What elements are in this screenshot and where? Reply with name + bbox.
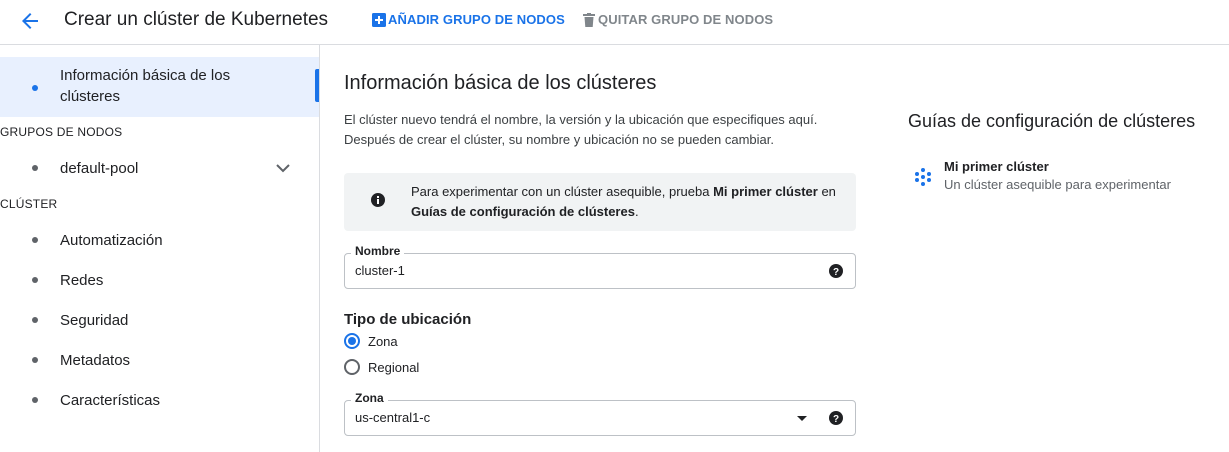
sidebar-item-label: default-pool	[60, 160, 139, 177]
radio-zone[interactable]: Zona	[344, 333, 398, 349]
dropdown-arrow-icon[interactable]	[797, 416, 807, 421]
radio-checked-icon[interactable]	[344, 333, 360, 349]
sidebar-item-label: Seguridad	[60, 312, 129, 329]
zone-value[interactable]: us-central1-c	[355, 410, 430, 425]
sidebar-item-label: Características	[60, 392, 161, 409]
radio-regional-label: Regional	[368, 359, 420, 375]
sidebar-item-metadata[interactable]: Metadatos	[0, 342, 319, 378]
remove-node-pool-label: QUITAR GRUPO DE NODOS	[598, 12, 774, 27]
sidebar-item-label: Información básica de los clústeres	[60, 67, 231, 105]
remove-node-pool-button[interactable]: QUITAR GRUPO DE NODOS	[582, 12, 773, 27]
svg-text:?: ?	[833, 267, 839, 278]
bullet-icon	[32, 165, 38, 171]
back-arrow-icon[interactable]	[18, 9, 42, 33]
guide-my-first-cluster[interactable]: Mi primer clúster Un clúster asequible p…	[912, 158, 1171, 194]
section-description: El clúster nuevo tendrá el nombre, la ve…	[344, 112, 818, 147]
info-banner: Para experimentar con un clúster asequib…	[344, 173, 856, 231]
sidebar-item-networking[interactable]: Redes	[0, 262, 319, 298]
radio-zone-label: Zona	[368, 333, 398, 349]
add-box-icon	[372, 12, 386, 27]
help-icon[interactable]: ?	[828, 410, 844, 426]
bullet-icon	[32, 277, 38, 283]
sidebar-item-default-pool[interactable]: default-pool	[0, 150, 319, 186]
trash-icon	[583, 12, 595, 27]
sidebar-item-features[interactable]: Características	[0, 382, 319, 418]
guide-description: Un clúster asequible para experimentar	[944, 177, 1171, 192]
cluster-guides-link[interactable]: Guías de configuración de clústeres	[411, 204, 635, 219]
bullet-icon	[32, 357, 38, 363]
section-title: Información básica de los clústeres	[344, 72, 657, 94]
guides-title: Guías de configuración de clústeres	[908, 111, 1196, 131]
info-icon	[371, 193, 385, 207]
my-first-cluster-link[interactable]: Mi primer clúster	[713, 184, 818, 199]
section-header-node-pools: GRUPOS DE NODOS	[0, 125, 123, 139]
sidebar-item-basic-info[interactable]: Información básica de los clústeres	[0, 57, 319, 117]
section-header-cluster: CLÚSTER	[0, 197, 58, 211]
bullet-icon	[32, 317, 38, 323]
zone-label: Zona	[351, 391, 388, 405]
location-type-title: Tipo de ubicación	[344, 311, 472, 328]
cluster-dots-icon	[915, 168, 931, 186]
radio-unchecked-icon[interactable]	[344, 359, 360, 375]
info-text: Para experimentar con un clúster asequib…	[411, 184, 836, 219]
svg-text:?: ?	[833, 414, 839, 425]
guide-name[interactable]: Mi primer clúster	[944, 158, 1171, 176]
sidebar-item-label: Automatización	[60, 232, 163, 249]
sidebar-item-automation[interactable]: Automatización	[0, 222, 319, 258]
bullet-icon	[32, 85, 38, 91]
page-title: Crear un clúster de Kubernetes	[64, 9, 329, 30]
bullet-icon	[32, 237, 38, 243]
bullet-icon	[32, 397, 38, 403]
zone-select[interactable]: Zona us-central1-c ?	[344, 391, 856, 436]
help-icon[interactable]: ?	[828, 263, 844, 279]
sidebar-item-security[interactable]: Seguridad	[0, 302, 319, 338]
cluster-name-value[interactable]: cluster-1	[355, 263, 405, 278]
top-bar: Crear un clúster de Kubernetes AÑADIR GR…	[0, 0, 1229, 45]
sidebar-item-label: Metadatos	[60, 352, 131, 369]
active-indicator	[315, 69, 319, 102]
sidebar: Información básica de los clústeres GRUPO…	[0, 45, 320, 452]
add-node-pool-label: AÑADIR GRUPO DE NODOS	[388, 12, 565, 27]
chevron-down-icon[interactable]	[274, 159, 292, 177]
cluster-name-field[interactable]: Nombre cluster-1 ?	[344, 244, 856, 289]
radio-regional[interactable]: Regional	[344, 359, 419, 375]
cluster-name-label: Nombre	[351, 244, 405, 258]
sidebar-item-label: Redes	[60, 272, 104, 289]
add-node-pool-button[interactable]: AÑADIR GRUPO DE NODOS	[372, 12, 565, 27]
